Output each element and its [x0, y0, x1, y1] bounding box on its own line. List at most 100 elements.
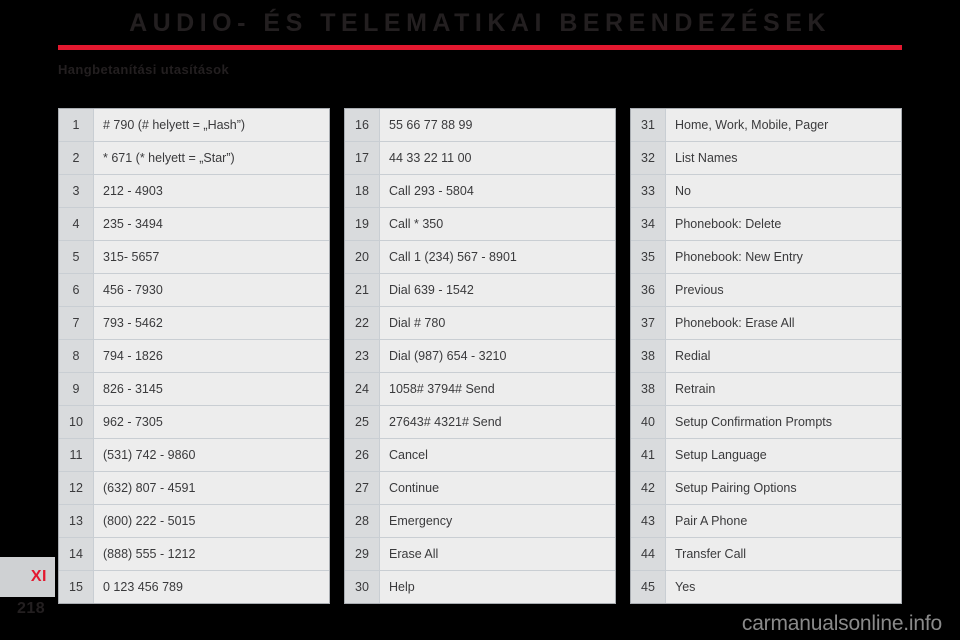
row-value-cell: Cancel — [379, 438, 615, 472]
voice-commands-table-3: 31 Home, Work, Mobile, Pager 32 List Names 3… — [630, 108, 902, 604]
row-value-cell: Setup Language — [665, 438, 901, 472]
table-row: 17 44 33 22 11 00 — [345, 141, 615, 175]
row-value-cell: Call * 350 — [379, 207, 615, 241]
row-value-cell: 27643# 4321# Send — [379, 405, 615, 439]
row-index-cell: 35 — [631, 240, 666, 274]
table-row: 36 Previous — [631, 273, 901, 307]
row-index-cell: 9 — [59, 372, 94, 406]
row-value-cell: 793 - 5462 — [93, 306, 329, 340]
row-value-cell: 794 - 1826 — [93, 339, 329, 373]
table-row: 33 No — [631, 174, 901, 208]
row-value-cell: 315- 5657 — [93, 240, 329, 274]
table-row: 11 (531) 742 - 9860 — [59, 438, 329, 472]
row-value-cell: 212 - 4903 — [93, 174, 329, 208]
row-index-cell: 6 — [59, 273, 94, 307]
table-row: 45 Yes — [631, 570, 901, 603]
table-row: 14 (888) 555 - 1212 — [59, 537, 329, 571]
row-index-cell: 16 — [345, 109, 380, 142]
table-row: 12 (632) 807 - 4591 — [59, 471, 329, 505]
table-row: 40 Setup Confirmation Prompts — [631, 405, 901, 439]
voice-commands-table-2: 16 55 66 77 88 99 17 44 33 22 11 00 18 Call 2… — [344, 108, 616, 604]
table-row: 16 55 66 77 88 99 — [345, 109, 615, 142]
watermark: carmanualsonline.info — [741, 612, 942, 635]
table-row: 43 Pair A Phone — [631, 504, 901, 538]
row-value-cell: 44 33 22 11 00 — [379, 141, 615, 175]
row-value-cell: Transfer Call — [665, 537, 901, 571]
row-value-cell: Phonebook: Erase All — [665, 306, 901, 340]
row-value-cell: 826 - 3145 — [93, 372, 329, 406]
row-value-cell: 55 66 77 88 99 — [379, 109, 615, 142]
row-value-cell: Erase All — [379, 537, 615, 571]
header-divider-rule — [58, 45, 902, 50]
table-row: 27 Continue — [345, 471, 615, 505]
row-value-cell: List Names — [665, 141, 901, 175]
table-row: 3 212 - 4903 — [59, 174, 329, 208]
table-row: 41 Setup Language — [631, 438, 901, 472]
row-index-cell: 36 — [631, 273, 666, 307]
row-index-cell: 42 — [631, 471, 666, 505]
row-index-cell: 8 — [59, 339, 94, 373]
row-index-cell: 10 — [59, 405, 94, 439]
row-index-cell: 17 — [345, 141, 380, 175]
row-value-cell: # 790 (# helyett = „Hash”) — [93, 109, 329, 142]
row-index-cell: 4 — [59, 207, 94, 241]
row-index-cell: 43 — [631, 504, 666, 538]
table-row: 10 962 - 7305 — [59, 405, 329, 439]
row-value-cell: 456 - 7930 — [93, 273, 329, 307]
row-index-cell: 12 — [59, 471, 94, 505]
row-value-cell: Previous — [665, 273, 901, 307]
row-value-cell: Dial (987) 654 - 3210 — [379, 339, 615, 373]
row-value-cell: 1058# 3794# Send — [379, 372, 615, 406]
table-row: 37 Phonebook: Erase All — [631, 306, 901, 340]
table-row: 26 Cancel — [345, 438, 615, 472]
table-row: 32 List Names — [631, 141, 901, 175]
table-row: 22 Dial # 780 — [345, 306, 615, 340]
table-row: 4 235 - 3494 — [59, 207, 329, 241]
table-row: 13 (800) 222 - 5015 — [59, 504, 329, 538]
row-value-cell: Home, Work, Mobile, Pager — [665, 109, 901, 142]
row-value-cell: Dial # 780 — [379, 306, 615, 340]
table-row: 19 Call * 350 — [345, 207, 615, 241]
table-row: 44 Transfer Call — [631, 537, 901, 571]
row-value-cell: No — [665, 174, 901, 208]
row-index-cell: 21 — [345, 273, 380, 307]
row-index-cell: 27 — [345, 471, 380, 505]
table-row: 35 Phonebook: New Entry — [631, 240, 901, 274]
row-value-cell: Setup Confirmation Prompts — [665, 405, 901, 439]
table-row: 30 Help — [345, 570, 615, 603]
table-row: 18 Call 293 - 5804 — [345, 174, 615, 208]
table-row: 31 Home, Work, Mobile, Pager — [631, 109, 901, 142]
row-value-cell: Call 293 - 5804 — [379, 174, 615, 208]
row-index-cell: 1 — [59, 109, 94, 142]
row-value-cell: Setup Pairing Options — [665, 471, 901, 505]
row-index-cell: 29 — [345, 537, 380, 571]
row-index-cell: 22 — [345, 306, 380, 340]
row-index-cell: 44 — [631, 537, 666, 571]
table-row: 38 Redial — [631, 339, 901, 373]
chapter-tab: XI — [0, 557, 55, 597]
row-value-cell: Phonebook: Delete — [665, 207, 901, 241]
table-row: 34 Phonebook: Delete — [631, 207, 901, 241]
row-value-cell: 0 123 456 789 — [93, 570, 329, 603]
row-value-cell: Emergency — [379, 504, 615, 538]
section-subtitle: Hangbetanítási utasítások — [58, 62, 230, 77]
row-value-cell: (632) 807 - 4591 — [93, 471, 329, 505]
row-index-cell: 25 — [345, 405, 380, 439]
row-value-cell: Dial 639 - 1542 — [379, 273, 615, 307]
row-value-cell: Phonebook: New Entry — [665, 240, 901, 274]
table-row: 29 Erase All — [345, 537, 615, 571]
row-index-cell: 20 — [345, 240, 380, 274]
table-row: 6 456 - 7930 — [59, 273, 329, 307]
row-value-cell: (531) 742 - 9860 — [93, 438, 329, 472]
row-index-cell: 37 — [631, 306, 666, 340]
row-index-cell: 31 — [631, 109, 666, 142]
row-index-cell: 5 — [59, 240, 94, 274]
row-value-cell: (888) 555 - 1212 — [93, 537, 329, 571]
table-row: 24 1058# 3794# Send — [345, 372, 615, 406]
voice-commands-table-1: 1 # 790 (# helyett = „Hash”) 2 * 671 (* hel… — [58, 108, 330, 604]
row-index-cell: 32 — [631, 141, 666, 175]
page-title: AUDIO- ÉS TELEMATIKAI BERENDEZÉSEK — [129, 9, 831, 37]
row-value-cell: Redial — [665, 339, 901, 373]
row-value-cell: * 671 (* helyett = „Star”) — [93, 141, 329, 175]
table-row: 15 0 123 456 789 — [59, 570, 329, 603]
